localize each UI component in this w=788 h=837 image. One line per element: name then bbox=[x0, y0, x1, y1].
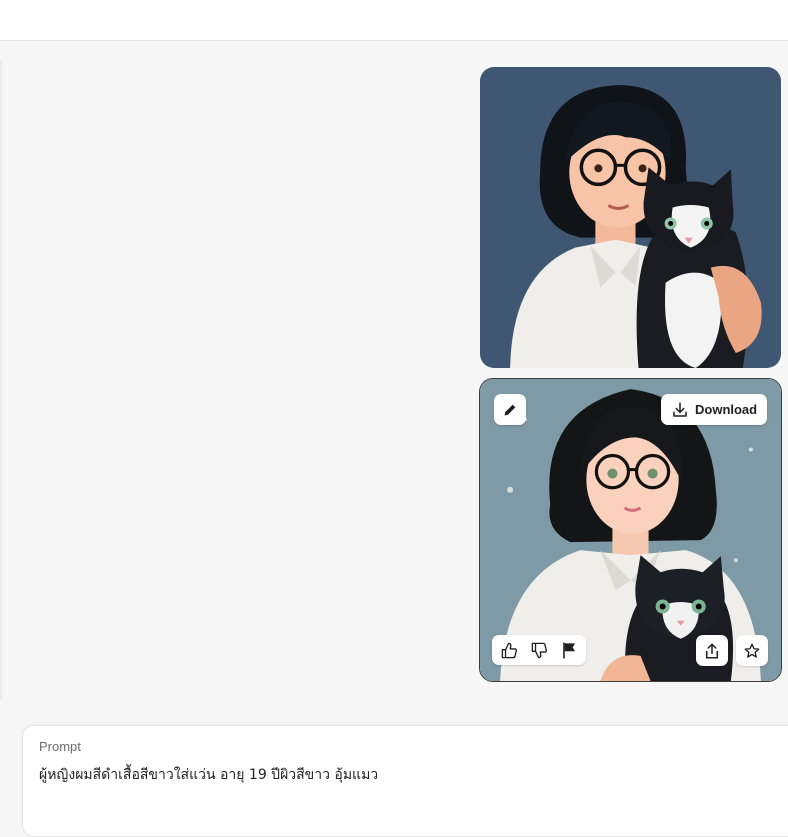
feedback-group bbox=[492, 635, 586, 665]
portrait-woman-glasses-cat-1 bbox=[480, 67, 781, 368]
thumbs-down-icon bbox=[531, 642, 547, 658]
star-icon bbox=[744, 643, 760, 658]
thumbs-up-icon bbox=[501, 642, 517, 658]
download-label: Download bbox=[695, 402, 758, 417]
left-panel-edge bbox=[0, 60, 4, 700]
thumbs-down-button[interactable] bbox=[526, 637, 552, 663]
pencil-icon bbox=[504, 404, 516, 415]
flag-icon bbox=[562, 642, 575, 658]
prompt-label: Prompt bbox=[39, 739, 81, 754]
share-icon bbox=[706, 643, 718, 658]
edit-button[interactable] bbox=[494, 394, 526, 425]
generated-image-2[interactable]: Download bbox=[479, 378, 782, 682]
favorite-button[interactable] bbox=[736, 635, 768, 666]
generated-image-1[interactable] bbox=[480, 67, 781, 368]
prompt-panel: Prompt ผู้หญิงผมสีดำเสื้อสีขาวใส่แว่น อา… bbox=[22, 725, 788, 837]
download-button[interactable]: Download bbox=[661, 394, 768, 425]
share-button[interactable] bbox=[696, 635, 728, 666]
thumbs-up-button[interactable] bbox=[496, 637, 522, 663]
flag-button[interactable] bbox=[556, 637, 582, 663]
download-icon bbox=[673, 402, 687, 417]
top-bar bbox=[0, 0, 788, 41]
prompt-text[interactable]: ผู้หญิงผมสีดำเสื้อสีขาวใส่แว่น อายุ 19 ป… bbox=[39, 764, 378, 786]
